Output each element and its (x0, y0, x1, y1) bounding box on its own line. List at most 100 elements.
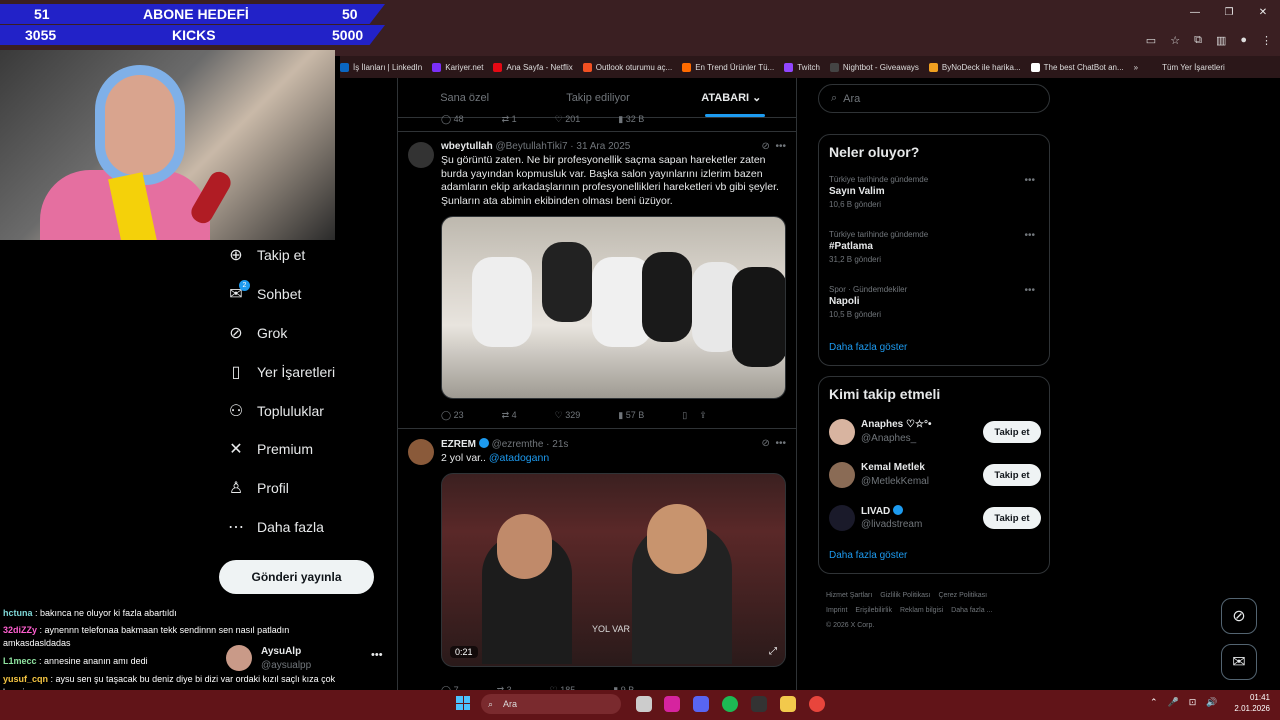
tweet-author[interactable]: wbeytullah (441, 141, 493, 152)
tweet-image[interactable] (441, 216, 786, 399)
show-more-follow-link[interactable]: Daha fazla göster (829, 550, 907, 561)
tweet-time[interactable]: 31 Ara 2025 (576, 141, 630, 152)
tweet-handle[interactable]: @BeytullahTiki7 (495, 141, 567, 152)
footer-link[interactable]: Erişilebilirlik (855, 607, 892, 614)
follow-button[interactable]: Takip et (983, 507, 1041, 529)
nav-item-person[interactable]: ♙ Profil (226, 474, 289, 502)
start-icon[interactable] (456, 696, 470, 710)
nav-item-more-circle[interactable]: ⋯ Daha fazla (226, 513, 324, 541)
bookmark-item[interactable]: En Trend Ürünler Tü... (682, 62, 774, 72)
tab-atabari[interactable]: ATABARI ⌄ (665, 78, 796, 117)
menu-icon[interactable]: ⋮ (1261, 34, 1272, 47)
close-icon[interactable]: ✕ (1246, 0, 1280, 26)
nav-item-x-logo[interactable]: ✕ Premium (226, 435, 313, 463)
nav-item-envelope[interactable]: ✉ 2 Sohbet (226, 280, 301, 308)
minimize-icon[interactable]: — (1178, 0, 1212, 26)
steam-icon[interactable] (751, 696, 767, 712)
show-more-trends-link[interactable]: Daha fazla göster (829, 342, 907, 353)
grok-fab[interactable]: ⊘ (1221, 598, 1257, 634)
spotify-icon[interactable] (722, 696, 738, 712)
trend-item[interactable]: Türkiye tarihinde gündemde Sayın Valim 10,… (829, 175, 1041, 209)
avatar[interactable] (829, 419, 855, 445)
reply-button[interactable]: ◯ 23 (441, 410, 464, 421)
nav-item-add-person[interactable]: ⊕ Takip et (226, 241, 305, 269)
more-icon[interactable]: ••• (1024, 175, 1035, 186)
chrome-icon[interactable] (809, 696, 825, 712)
views-button[interactable]: ▮ 57 B (618, 410, 644, 421)
all-bookmarks-folder[interactable]: Tüm Yer İşaretleri (1162, 63, 1225, 72)
chat-username[interactable]: 32diZZy (3, 625, 37, 635)
search-input[interactable]: ⌕ Ara (818, 84, 1050, 113)
repost-count[interactable]: ⇄ 1 (502, 114, 517, 125)
clock[interactable]: 01:41 2.01.2026 (1234, 692, 1270, 714)
nav-item-communities[interactable]: ⚇ Topluluklar (226, 397, 324, 425)
bookmark-item[interactable]: Kariyer.net (432, 62, 483, 72)
chat-username[interactable]: hctuna (3, 608, 33, 618)
avatar[interactable] (408, 439, 434, 465)
extension-icon[interactable]: ⧉ (1194, 34, 1202, 47)
post-button[interactable]: Gönderi yayınla (219, 560, 374, 594)
tweet-video[interactable]: YOL VAR 0:21 ⤢ (441, 473, 786, 667)
bookmark-icon[interactable]: ▯ (682, 410, 687, 421)
trend-item[interactable]: Türkiye tarihinde gündemde #Patlama 31,2 B… (829, 230, 1041, 264)
share-icon[interactable]: ⇪ (699, 410, 707, 421)
taskbar-search[interactable]: ⌕ Ara (481, 694, 621, 714)
messages-fab[interactable]: ✉ (1221, 644, 1257, 680)
avatar[interactable] (408, 142, 434, 168)
follow-button[interactable]: Takip et (983, 421, 1041, 443)
tab-following[interactable]: Takip ediliyor (531, 78, 664, 117)
cast-icon[interactable]: ▭ (1146, 34, 1156, 47)
chat-username[interactable]: L1mecc (3, 656, 37, 666)
bookmark-item[interactable]: Outlook oturumu aç... (582, 62, 672, 72)
file-explorer-icon[interactable] (780, 696, 796, 712)
more-icon[interactable]: ••• (371, 649, 383, 661)
repost-button[interactable]: ⇄ 4 (502, 410, 517, 421)
follow-name[interactable]: LIVAD (861, 505, 904, 517)
bookmark-item[interactable]: Nightbot - Giveaways (829, 62, 919, 72)
trend-item[interactable]: Spor · Gündemdekiler Napoli 10,5 B gönderi… (829, 285, 1041, 319)
footer-link[interactable]: Çerez Politikası (938, 592, 987, 599)
nav-item-grok[interactable]: ⊘ Grok (226, 319, 287, 347)
follow-button[interactable]: Takip et (983, 464, 1041, 486)
task-view-icon[interactable] (636, 696, 652, 712)
sidepanel-icon[interactable]: ▥ (1216, 34, 1226, 47)
footer-link[interactable]: Daha fazla ... (951, 607, 992, 614)
nav-item-bookmark[interactable]: ▯ Yer İşaretleri (226, 358, 335, 386)
follow-name[interactable]: Kemal Metlek (861, 462, 925, 473)
bookmark-item[interactable]: The best ChatBot an... (1030, 62, 1124, 72)
expand-icon[interactable]: ⤢ (769, 646, 777, 657)
follow-handle[interactable]: @MetlekKemal (861, 476, 929, 487)
restore-icon[interactable]: ❐ (1212, 0, 1246, 26)
mention-link[interactable]: @atadogann (489, 452, 549, 464)
tweet-time[interactable]: 21s (552, 439, 568, 450)
like-count[interactable]: ♡ 201 (555, 114, 581, 125)
tweet-handle[interactable]: @ezremthe (492, 439, 544, 450)
avatar[interactable] (829, 462, 855, 488)
bookmarks-overflow-icon[interactable]: » (1134, 63, 1138, 72)
like-button[interactable]: ♡ 329 (555, 410, 581, 421)
tweet[interactable]: wbeytullah @BeytullahTiki7 · 31 Ara 2025… (398, 132, 796, 429)
follow-handle[interactable]: @livadstream (861, 519, 922, 530)
more-icon[interactable]: ••• (1024, 230, 1035, 241)
more-icon[interactable]: ••• (1024, 285, 1035, 296)
instagram-icon[interactable] (664, 696, 680, 712)
more-icon[interactable]: ⊘ ••• (762, 141, 786, 152)
tweet-author[interactable]: EZREM (441, 439, 476, 450)
profile-icon[interactable]: ● (1240, 34, 1247, 47)
tweet[interactable]: EZREM @ezremthe · 21s ⊘ ••• 2 yol var.. … (398, 429, 796, 690)
reply-count[interactable]: ◯ 48 (441, 114, 464, 125)
footer-link[interactable]: Gizlilik Politikası (880, 592, 930, 599)
bookmark-item[interactable]: Ana Sayfa - Netflix (493, 62, 573, 72)
system-tray[interactable]: ⌃🎤⊡🔊 (1150, 697, 1228, 708)
star-icon[interactable]: ☆ (1170, 34, 1180, 47)
bookmark-item[interactable]: Twitch (784, 62, 820, 72)
follow-name[interactable]: Anaphes ♡☆°• (861, 419, 931, 430)
footer-link[interactable]: Hizmet Şartları (826, 592, 872, 599)
follow-handle[interactable]: @Anaphes_ (861, 433, 916, 444)
bookmark-item[interactable]: ByNoDeck ile harika... (928, 62, 1021, 72)
discord-icon[interactable] (693, 696, 709, 712)
more-icon[interactable]: ⊘ ••• (762, 438, 786, 449)
tab-for-you[interactable]: Sana özel (398, 78, 531, 117)
footer-link[interactable]: Imprint (826, 607, 847, 614)
chat-username[interactable]: yusuf_cqn (3, 674, 48, 684)
